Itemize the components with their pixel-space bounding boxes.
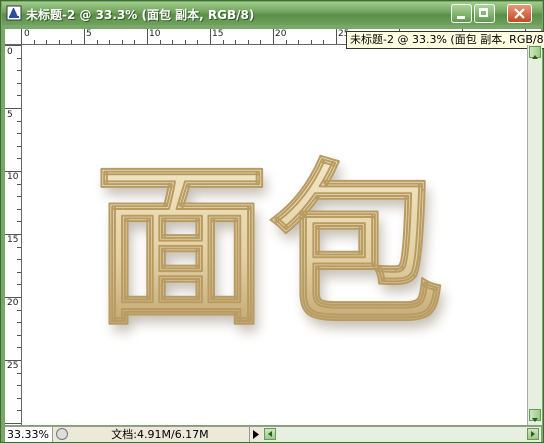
zoom-field[interactable]: 33.33% <box>5 427 53 442</box>
ruler-tick <box>336 29 337 44</box>
ruler-tick <box>260 40 262 44</box>
ruler-tick <box>46 40 48 44</box>
ruler-tick <box>17 158 21 160</box>
ruler-tick <box>159 40 161 44</box>
ruler-tick <box>298 40 300 44</box>
ruler-tick <box>134 40 136 44</box>
ruler-tick <box>323 40 325 44</box>
ruler-tick <box>33 40 35 44</box>
ruler-tick <box>17 208 21 210</box>
ruler-tick <box>17 410 21 412</box>
ruler-tick <box>5 234 21 235</box>
ruler-label: 20 <box>275 29 287 39</box>
ruler-tick <box>17 133 21 135</box>
status-info-icon[interactable] <box>56 428 68 440</box>
maximize-button[interactable] <box>474 4 495 23</box>
ruler-label: 10 <box>149 29 161 39</box>
ruler-tick <box>5 171 21 172</box>
ruler-tick <box>17 347 21 349</box>
ruler-tick <box>17 372 21 374</box>
window-title: 未标题-2 @ 33.3% (面包 副本, RGB/8) <box>26 8 255 22</box>
photoshop-document-icon <box>6 5 22 21</box>
minimize-icon <box>457 16 465 19</box>
artwork-text: 面包 <box>94 146 444 349</box>
ruler-tick <box>17 309 21 311</box>
ruler-label: 5 <box>86 29 92 39</box>
ruler-tick <box>5 360 21 361</box>
document-window: 未标题-2 @ 33.3% (面包 副本, RGB/8) 0 5 10 15 2… <box>0 0 544 443</box>
ruler-tick <box>17 196 21 198</box>
ruler-tick <box>210 29 211 44</box>
ruler-origin[interactable] <box>5 29 22 45</box>
ruler-tick <box>17 284 21 286</box>
vertical-scrollbar[interactable] <box>527 45 542 425</box>
ruler-tick <box>121 40 123 44</box>
scroll-right-button[interactable] <box>527 428 539 440</box>
document-size-info[interactable]: 文档:4.91M/6.17M <box>71 427 250 442</box>
ruler-label: 15 <box>212 29 224 39</box>
ruler-tick <box>17 385 21 387</box>
ruler-tick <box>109 40 111 44</box>
ruler-tick <box>71 40 73 44</box>
ruler-label: 25 <box>7 361 19 371</box>
chevron-left-icon <box>268 431 272 437</box>
horizontal-scrollbar[interactable] <box>263 427 541 442</box>
ruler-tick <box>84 29 85 44</box>
ruler-tick <box>17 70 21 72</box>
ruler-tick <box>17 221 21 223</box>
document-canvas[interactable]: 面包 面包 <box>22 45 527 425</box>
close-icon <box>514 8 525 19</box>
ruler-tick <box>17 57 21 59</box>
minimize-button[interactable] <box>451 4 472 23</box>
ruler-label: 0 <box>24 29 30 39</box>
ruler-tick <box>17 183 21 185</box>
scroll-left-button[interactable] <box>264 428 276 440</box>
vertical-ruler[interactable]: 0 5 10 15 20 25 <box>5 45 22 425</box>
ruler-label: 15 <box>7 235 19 245</box>
ruler-tick <box>172 40 174 44</box>
ruler-label: 10 <box>7 172 19 182</box>
title-tooltip: 未标题-2 @ 33.3% (面包 副本, RGB/8) <box>346 31 544 49</box>
ruler-label: 5 <box>7 110 13 120</box>
ruler-tick <box>17 259 21 261</box>
scroll-up-button[interactable] <box>529 46 541 59</box>
ruler-tick <box>273 29 274 44</box>
ruler-tick <box>5 45 21 46</box>
ruler-tick <box>147 29 148 44</box>
ruler-tick <box>184 40 186 44</box>
chevron-up-icon <box>532 55 538 59</box>
ruler-tick <box>58 40 60 44</box>
ruler-label: 0 <box>7 47 13 57</box>
ruler-tick <box>17 82 21 84</box>
ruler-tick <box>222 40 224 44</box>
status-menu-arrow-icon[interactable] <box>251 429 261 440</box>
chevron-down-icon <box>532 418 538 422</box>
chevron-right-icon <box>531 431 535 437</box>
ruler-tick <box>5 423 21 424</box>
bread-text-artwork: 面包 面包 <box>93 145 448 357</box>
ruler-tick <box>247 40 249 44</box>
ruler-tick <box>5 297 21 298</box>
ruler-tick <box>96 40 98 44</box>
ruler-tick <box>310 40 312 44</box>
ruler-tick <box>17 271 21 273</box>
ruler-label: 20 <box>7 298 19 308</box>
ruler-tick <box>197 40 199 44</box>
ruler-tick <box>17 246 21 248</box>
ruler-tick <box>21 29 22 44</box>
ruler-tick <box>17 397 21 399</box>
ruler-tick <box>17 334 21 336</box>
title-bar[interactable]: 未标题-2 @ 33.3% (面包 副本, RGB/8) <box>2 2 542 25</box>
ruler-tick <box>17 145 21 147</box>
ruler-tick <box>17 120 21 122</box>
ruler-tick <box>285 40 287 44</box>
ruler-tick <box>17 322 21 324</box>
ruler-tick <box>17 95 21 97</box>
scroll-down-button[interactable] <box>529 409 541 422</box>
ruler-tick <box>235 40 237 44</box>
close-button[interactable] <box>507 4 532 23</box>
maximize-icon <box>479 8 488 17</box>
status-bar: 33.33% 文档:4.91M/6.17M <box>5 426 541 442</box>
ruler-tick <box>5 108 21 109</box>
